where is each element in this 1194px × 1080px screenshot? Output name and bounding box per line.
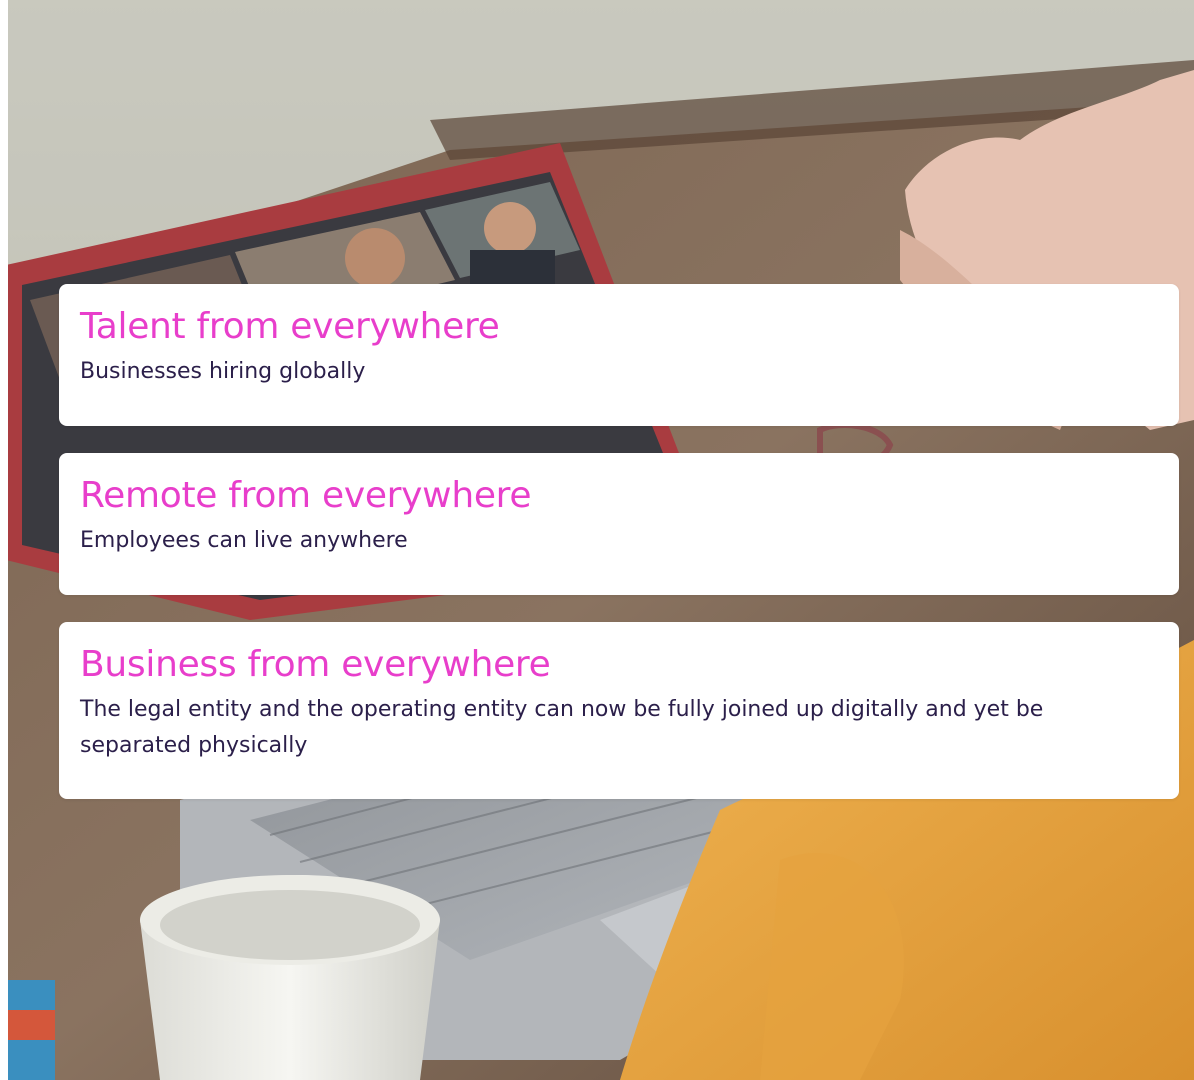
card-description: The legal entity and the operating entit… xyxy=(80,697,1044,758)
card-title: Talent from everywhere xyxy=(80,306,500,347)
left-edge-strip xyxy=(0,0,8,1080)
card-title: Remote from everywhere xyxy=(80,475,532,516)
feature-card-remote: Remote from everywhere Employees can liv… xyxy=(59,453,1179,595)
feature-card-talent: Talent from everywhere Businesses hiring… xyxy=(59,284,1179,426)
card-title: Business from everywhere xyxy=(80,644,551,685)
card-description: Employees can live anywhere xyxy=(80,528,408,553)
feature-card-business: Business from everywhere The legal entit… xyxy=(59,622,1179,799)
card-description: Businesses hiring globally xyxy=(80,359,366,384)
